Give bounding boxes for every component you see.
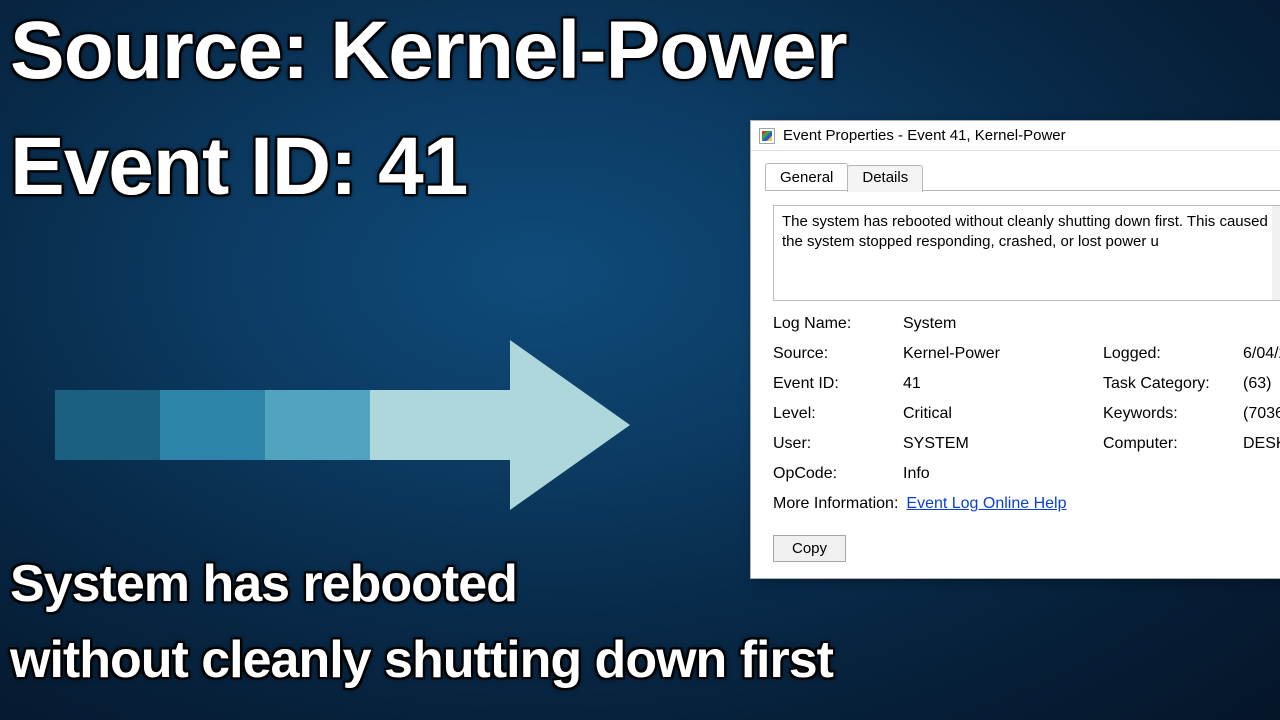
event-properties-grid: Log Name: System Source: Kernel-Power Lo… [773, 315, 1280, 513]
dialog-tabs: General Details [751, 151, 1280, 190]
value-computer: DESKTO [1243, 435, 1280, 453]
label-moreinfo: More Information: [773, 495, 898, 513]
arrow-graphic [55, 350, 675, 500]
value-source: Kernel-Power [903, 345, 1103, 363]
label-opcode: OpCode: [773, 465, 903, 483]
label-user: User: [773, 435, 903, 453]
arrow-segment [160, 390, 265, 460]
label-taskcategory: Task Category: [1103, 375, 1243, 393]
dialog-button-row: Copy [773, 535, 1280, 562]
tab-details[interactable]: Details [847, 165, 923, 192]
arrow-head-icon [510, 340, 630, 510]
value-eventid: 41 [903, 375, 1103, 393]
dialog-titlebar[interactable]: Event Properties - Event 41, Kernel-Powe… [751, 121, 1280, 151]
event-description-box[interactable]: The system has rebooted without cleanly … [773, 205, 1280, 301]
value-logged: 6/04/20 [1243, 345, 1280, 363]
arrow-shaft [370, 390, 510, 460]
overlay-source-line: Source: Kernel-Power [10, 4, 847, 98]
tab-divider [765, 190, 1280, 191]
label-level: Level: [773, 405, 903, 423]
dialog-title: Event Properties - Event 41, Kernel-Powe… [783, 127, 1066, 144]
label-source: Source: [773, 345, 903, 363]
value-keywords: (70368 [1243, 405, 1280, 423]
arrow-segment [55, 390, 160, 460]
arrow-segment [265, 390, 370, 460]
label-logname: Log Name: [773, 315, 903, 333]
label-logged: Logged: [1103, 345, 1243, 363]
value-logname: System [903, 315, 1103, 333]
event-log-online-help-link[interactable]: Event Log Online Help [906, 495, 1066, 513]
event-description-text: The system has rebooted without cleanly … [782, 213, 1279, 250]
value-opcode: Info [903, 465, 1103, 483]
overlay-eventid-line: Event ID: 41 [10, 120, 467, 214]
value-user: SYSTEM [903, 435, 1103, 453]
scrollbar[interactable] [1272, 206, 1280, 300]
value-taskcategory: (63) [1243, 375, 1280, 393]
overlay-footer-line2: without cleanly shutting down first [10, 630, 833, 690]
event-properties-dialog: Event Properties - Event 41, Kernel-Powe… [750, 120, 1280, 579]
tab-general[interactable]: General [765, 163, 848, 190]
overlay-footer-line1: System has rebooted [10, 554, 517, 614]
label-keywords: Keywords: [1103, 405, 1243, 423]
label-computer: Computer: [1103, 435, 1243, 453]
copy-button[interactable]: Copy [773, 535, 846, 562]
value-level: Critical [903, 405, 1103, 423]
label-eventid: Event ID: [773, 375, 903, 393]
event-viewer-icon [759, 128, 775, 144]
